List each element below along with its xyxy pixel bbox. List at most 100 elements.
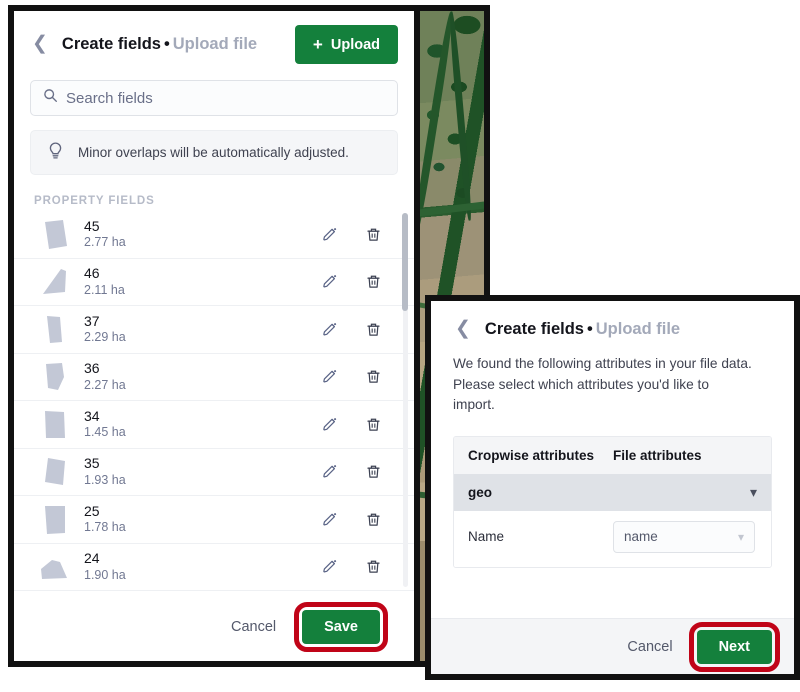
cancel-button[interactable]: Cancel [217, 610, 290, 644]
breadcrumb-separator: • [163, 35, 170, 53]
chevron-down-icon[interactable]: ▾ [750, 484, 757, 501]
field-name: 25 [84, 502, 100, 519]
field-name: 35 [84, 455, 100, 472]
field-name: 37 [84, 312, 100, 329]
property-fields-label: PROPERTY FIELDS [34, 195, 155, 207]
field-shape-icon [32, 455, 76, 489]
row-actions [320, 558, 400, 576]
attribute-group-geo[interactable]: geo ▾ [454, 473, 771, 511]
breadcrumb: Create fields • Upload file [485, 320, 680, 339]
screenshot-root: ❮ Create fields • Upload file + Upload Sea… [0, 0, 800, 692]
field-shape-icon [32, 217, 76, 251]
table-row[interactable]: 45 2.77 ha [14, 211, 414, 259]
save-button-highlight: Save [294, 602, 388, 652]
list-scrollbar-thumb[interactable] [402, 213, 408, 311]
field-name: 34 [84, 407, 100, 424]
right-panel-footer: Cancel Next [431, 618, 794, 674]
trash-icon[interactable] [364, 225, 382, 243]
field-name: 36 [84, 360, 100, 377]
plus-icon: + [312, 35, 323, 54]
search-icon [43, 88, 58, 108]
field-shape-icon [32, 312, 76, 346]
table-row[interactable]: 46 2.11 ha [14, 259, 414, 306]
field-shape-icon [32, 502, 76, 536]
pencil-icon[interactable] [320, 415, 338, 433]
field-shape-icon [32, 360, 76, 394]
table-row[interactable]: 37 2.29 ha [14, 306, 414, 354]
right-panel-header: ❮ Create fields • Upload file [453, 319, 772, 340]
attributes-panel: ❮ Create fields • Upload file We found the… [425, 295, 800, 680]
chevron-left-icon[interactable]: ❮ [30, 34, 52, 55]
trash-icon[interactable] [364, 415, 382, 433]
cancel-button[interactable]: Cancel [613, 630, 686, 664]
overlap-hint-text: Minor overlaps will be automatically adj… [78, 145, 349, 160]
breadcrumb-secondary: Upload file [172, 35, 258, 53]
upload-button-label: Upload [330, 36, 380, 53]
trash-icon[interactable] [364, 510, 382, 528]
trash-icon[interactable] [364, 558, 382, 576]
breadcrumb-primary[interactable]: Create fields [485, 320, 584, 338]
pencil-icon[interactable] [320, 320, 338, 338]
trash-icon[interactable] [364, 320, 382, 338]
field-area: 2.27 ha [84, 377, 126, 392]
pencil-icon[interactable] [320, 558, 338, 576]
map-road [419, 197, 484, 218]
pencil-icon[interactable] [320, 273, 338, 291]
field-area: 2.29 ha [84, 330, 126, 345]
field-info: 35 1.93 ha [84, 455, 126, 487]
field-info: 24 1.90 ha [84, 550, 126, 582]
file-attribute-select[interactable]: name ▾ [613, 520, 755, 553]
left-panel-header: ❮ Create fields • Upload file + Upload [14, 11, 414, 70]
field-info: 36 2.27 ha [84, 360, 126, 392]
field-info: 37 2.29 ha [84, 312, 126, 345]
row-actions [320, 463, 400, 481]
field-name: 24 [84, 550, 100, 567]
row-actions [320, 510, 400, 528]
breadcrumb-separator: • [586, 320, 593, 338]
field-info: 34 1.45 ha [84, 407, 126, 440]
next-button[interactable]: Next [696, 629, 772, 664]
breadcrumb-primary[interactable]: Create fields [62, 35, 161, 53]
table-row[interactable]: 35 1.93 ha [14, 449, 414, 496]
save-button-annotation: Save [294, 602, 388, 652]
row-actions [320, 225, 400, 243]
trash-icon[interactable] [364, 463, 382, 481]
table-row[interactable]: 34 1.45 ha [14, 401, 414, 449]
field-area: 1.93 ha [84, 472, 126, 487]
left-panel-footer: Cancel Save [14, 593, 414, 661]
pencil-icon[interactable] [320, 368, 338, 386]
field-info: 45 2.77 ha [84, 218, 126, 250]
search-input[interactable]: Search fields [30, 80, 398, 116]
attributes-table: Cropwise attributes File attributes geo … [453, 435, 772, 568]
field-shape-icon [32, 407, 76, 441]
right-panel-body: ❮ Create fields • Upload file We found the… [431, 301, 794, 618]
field-info: 46 2.11 ha [84, 265, 125, 297]
field-info: 25 1.78 ha [84, 502, 126, 535]
map-stream-secondary [447, 11, 474, 221]
pencil-icon[interactable] [320, 225, 338, 243]
upload-button[interactable]: + Upload [294, 25, 398, 64]
trash-icon[interactable] [364, 273, 382, 291]
trash-icon[interactable] [364, 368, 382, 386]
row-actions [320, 368, 400, 386]
row-actions [320, 320, 400, 338]
table-row[interactable]: 36 2.27 ha [14, 354, 414, 401]
chevron-down-icon: ▾ [737, 529, 744, 544]
overlap-hint-banner: Minor overlaps will be automatically adj… [30, 130, 398, 175]
attribute-group-label: geo [468, 484, 493, 500]
chevron-left-icon[interactable]: ❮ [453, 319, 475, 340]
field-area: 1.45 ha [84, 425, 126, 440]
table-row[interactable]: 25 1.78 ha [14, 496, 414, 544]
property-fields-list[interactable]: 45 2.77 ha 46 2.11 ha 37 2.29 ha 36 2.27 ha 34 1.… [14, 211, 414, 593]
field-area: 1.90 ha [84, 567, 126, 582]
column-header-file: File attributes [613, 447, 702, 463]
breadcrumb-secondary: Upload file [595, 320, 681, 338]
field-shape-icon [32, 265, 76, 299]
table-row[interactable]: 24 1.90 ha [14, 544, 414, 591]
pencil-icon[interactable] [320, 463, 338, 481]
pencil-icon[interactable] [320, 510, 338, 528]
table-row: Name name ▾ [454, 510, 771, 567]
save-button[interactable]: Save [302, 610, 380, 644]
file-attribute-select-value: name [624, 529, 658, 545]
attributes-table-header: Cropwise attributes File attributes [454, 436, 771, 474]
